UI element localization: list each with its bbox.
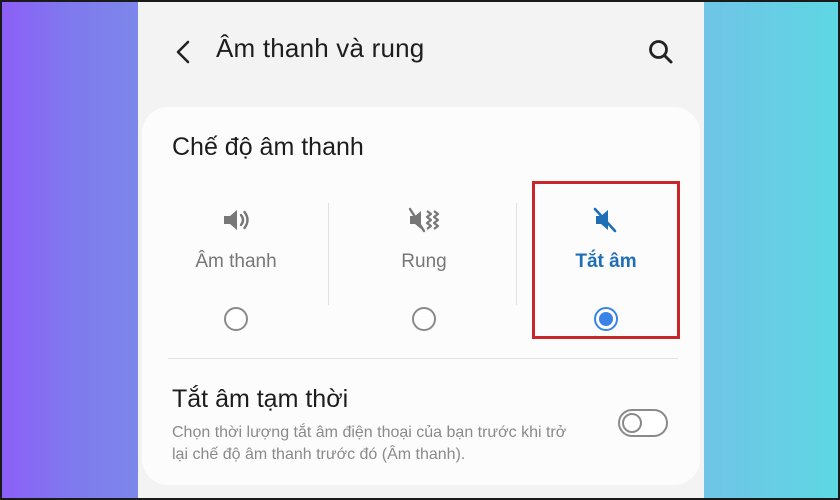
temp-mute-description: Chọn thời lượng tắt âm điện thoại của bạ… bbox=[172, 424, 567, 463]
section-divider bbox=[168, 358, 678, 359]
settings-screen: Âm thanh và rung Chế độ âm thanh Âm than… bbox=[138, 2, 704, 498]
sound-mode-title: Chế độ âm thanh bbox=[172, 133, 364, 161]
divider bbox=[328, 203, 329, 305]
mode-label-vibrate: Rung bbox=[401, 251, 447, 272]
speaker-icon bbox=[224, 210, 249, 230]
selection-highlight-box bbox=[532, 181, 680, 339]
app-header: Âm thanh và rung bbox=[138, 2, 704, 102]
back-arrow-icon bbox=[176, 40, 190, 64]
mode-label-sound: Âm thanh bbox=[195, 251, 277, 272]
search-icon bbox=[649, 40, 673, 64]
search-button[interactable] bbox=[646, 37, 676, 67]
page-title: Âm thanh và rung bbox=[216, 33, 425, 63]
radio-vibrate[interactable] bbox=[412, 307, 436, 331]
mode-option-vibrate[interactable]: Rung bbox=[330, 197, 518, 337]
mode-option-sound[interactable]: Âm thanh bbox=[142, 197, 330, 337]
screenshot-frame: Âm thanh và rung Chế độ âm thanh Âm than… bbox=[0, 0, 840, 500]
back-button[interactable] bbox=[168, 36, 200, 68]
temp-mute-title: Tắt âm tạm thời bbox=[172, 385, 349, 413]
radio-sound[interactable] bbox=[224, 307, 248, 331]
sound-mode-card: Chế độ âm thanh Âm thanh Rung Tắt âm Tắt… bbox=[142, 107, 700, 485]
toggle-knob bbox=[622, 413, 642, 433]
temp-mute-toggle[interactable] bbox=[618, 409, 668, 437]
vibrate-icon bbox=[408, 207, 440, 233]
